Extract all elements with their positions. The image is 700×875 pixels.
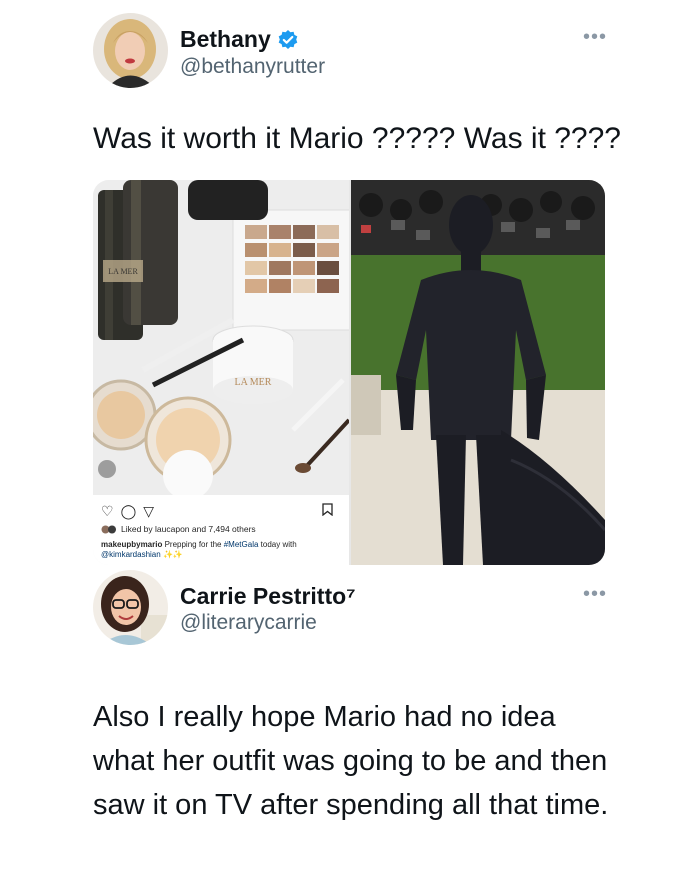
instagram-hashtag[interactable]: #MetGala [224,540,259,549]
liker-avatars-icon [101,525,117,534]
black-outfit-image [351,180,605,565]
tweet2-handle[interactable]: @literarycarrie [180,611,317,635]
tweet1-name-row[interactable]: Bethany [180,26,299,53]
svg-text:LA MER: LA MER [235,377,272,388]
sparkles-icon: ✨✨ [162,550,183,559]
share-icon[interactable]: ▽ [143,503,154,520]
instagram-caption-user[interactable]: makeupbymario [101,540,162,549]
avatar-image [93,570,168,645]
instagram-mention[interactable]: @kimkardashian [101,550,161,559]
comment-icon[interactable]: ◯ [121,503,137,520]
instagram-caption-text: Prepping for the [162,540,224,549]
instagram-caption-text2: today with [258,540,297,549]
avatar-carrie[interactable] [93,570,168,645]
more-dots-icon[interactable]: ••• [583,27,607,47]
more-dots-icon[interactable]: ••• [583,584,607,604]
instagram-post-image: LA MER LA MER ♡ ◯ ▽ Liked by laucapon an… [93,180,349,565]
makeup-products-image: LA MER LA MER [93,180,349,500]
bookmark-icon[interactable] [322,503,333,519]
tweet2-name-row[interactable]: Carrie Pestritto⁷ [180,583,356,610]
tweet2-display-name[interactable]: Carrie Pestritto⁷ [180,583,356,610]
instagram-liked-by: Liked by laucapon and 7,494 others [101,524,256,534]
instagram-caption: makeupbymario Prepping for the #MetGala … [101,540,341,560]
tweet1-display-name[interactable]: Bethany [180,26,271,53]
tweet1-media[interactable]: LA MER LA MER ♡ ◯ ▽ Liked by laucapon an… [93,180,605,565]
instagram-liked-text: Liked by laucapon and 7,494 others [121,524,256,534]
tweet2-text: Also I really hope Mario had no idea wha… [93,701,609,821]
met-gala-photo [351,180,605,565]
avatar-image [93,13,168,88]
tweet1-text: Was it worth it Mario ????? Was it ???? [93,122,621,155]
tweet1-handle[interactable]: @bethanyrutter [180,55,325,79]
product-label-text: LA MER [108,267,138,276]
instagram-icons: ♡ ◯ ▽ [101,503,154,520]
verified-badge-icon [277,29,299,51]
heart-icon[interactable]: ♡ [101,503,114,520]
avatar-bethany[interactable] [93,13,168,88]
instagram-action-bar: ♡ ◯ ▽ Liked by laucapon and 7,494 others… [93,495,349,565]
